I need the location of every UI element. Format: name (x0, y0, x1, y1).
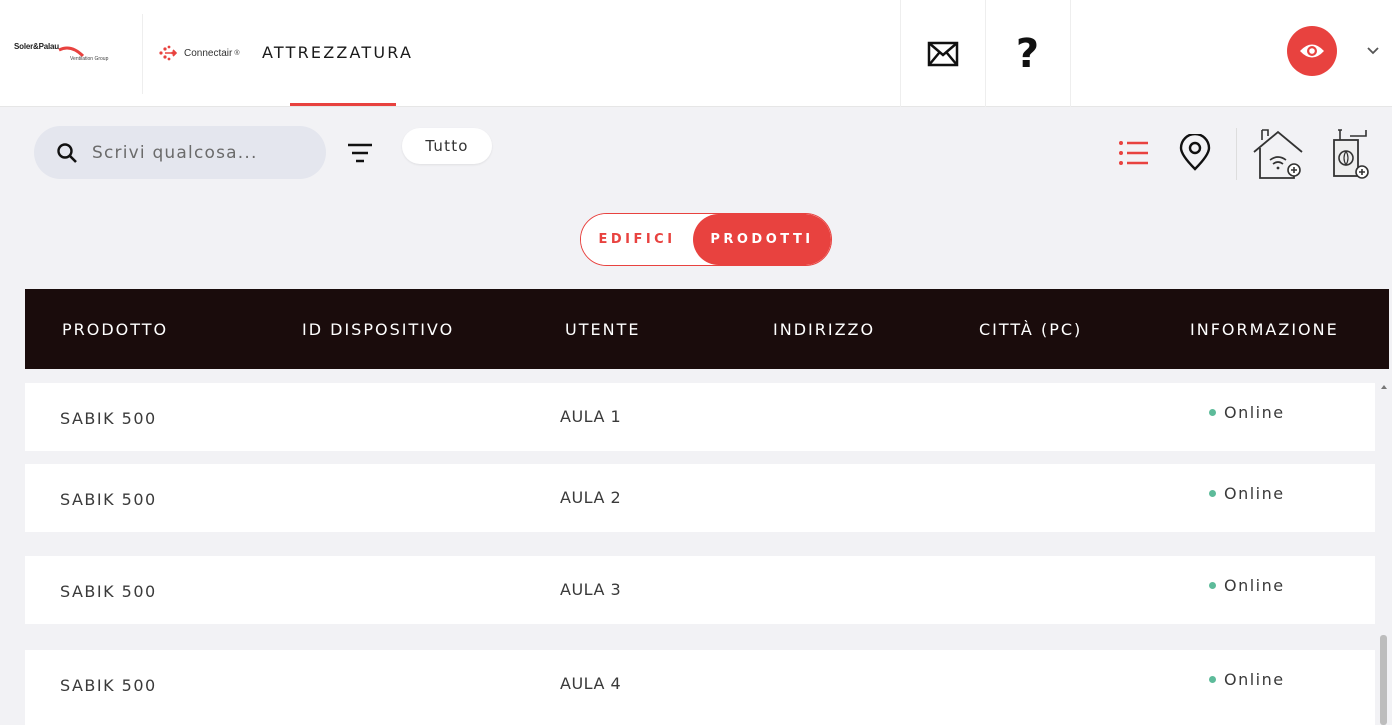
column-header-id-dispositivo[interactable]: ID DISPOSITIVO (302, 289, 454, 369)
column-header-informazione[interactable]: INFORMAZIONE (1190, 289, 1339, 369)
active-tab-indicator (290, 103, 396, 106)
cell-status: Online (1209, 576, 1285, 595)
status-online-dot (1209, 409, 1216, 416)
search-box[interactable] (34, 126, 326, 179)
cell-product: SABIK 500 (60, 409, 157, 428)
view-toggle: EDIFICI PRODOTTI (580, 213, 832, 266)
messages-button[interactable] (900, 0, 984, 107)
table-row[interactable]: SABIK 500 AULA 1 Online (25, 383, 1375, 451)
status-online-dot (1209, 582, 1216, 589)
help-button[interactable]: ? (985, 0, 1069, 107)
help-icon: ? (1015, 30, 1040, 77)
table-scrollbar[interactable] (1379, 383, 1389, 725)
toolbar-divider (1236, 128, 1237, 180)
chevron-down-icon[interactable] (1366, 46, 1380, 56)
table-row[interactable]: SABIK 500 AULA 4 Online (25, 650, 1375, 725)
table-body: SABIK 500 AULA 1 Online SABIK 500 AULA 2… (25, 383, 1375, 725)
status-online-dot (1209, 490, 1216, 497)
add-product-icon[interactable] (1328, 126, 1372, 182)
search-input[interactable] (92, 142, 312, 163)
scroll-up-arrow-icon[interactable] (1381, 385, 1387, 389)
table-row[interactable]: SABIK 500 AULA 3 Online (25, 556, 1375, 624)
status-text: Online (1224, 403, 1285, 422)
cell-product: SABIK 500 (60, 490, 157, 509)
header-divider (142, 14, 143, 94)
cell-status: Online (1209, 484, 1285, 503)
cell-user: AULA 2 (560, 488, 622, 507)
brand-name: Soler&Palau (14, 42, 59, 51)
cell-status: Online (1209, 403, 1285, 422)
brand-logo[interactable]: Soler&Palau Ventilation Group (14, 40, 124, 68)
mail-icon (927, 41, 958, 66)
column-header-prodotto[interactable]: PRODOTTO (62, 289, 168, 369)
toggle-prodotti[interactable]: PRODOTTI (693, 214, 831, 265)
brand-tagline: Ventilation Group (70, 56, 109, 62)
connectair-registered-mark: ® (234, 49, 240, 57)
search-icon (57, 142, 77, 163)
column-header-citta[interactable]: CITTÀ (PC) (979, 289, 1082, 369)
toggle-edifici[interactable]: EDIFICI (581, 214, 693, 265)
cell-product: SABIK 500 (60, 676, 157, 695)
eye-icon (1300, 44, 1324, 58)
status-text: Online (1224, 670, 1285, 689)
table-row[interactable]: SABIK 500 AULA 2 Online (25, 464, 1375, 532)
cell-user: AULA 1 (560, 407, 622, 426)
cell-user: AULA 3 (560, 580, 622, 599)
column-header-indirizzo[interactable]: INDIRIZZO (773, 289, 875, 369)
header-divider-right (1070, 0, 1071, 107)
connectair-name: Connectair (184, 47, 233, 59)
cell-status: Online (1209, 670, 1285, 689)
table-header: PRODOTTO ID DISPOSITIVO UTENTE INDIRIZZO… (25, 289, 1389, 369)
page-title[interactable]: ATTREZZATURA (262, 43, 413, 62)
list-view-icon[interactable] (1118, 138, 1150, 168)
cell-user: AULA 4 (560, 674, 622, 693)
filter-chip[interactable]: Tutto (402, 128, 492, 164)
status-online-dot (1209, 676, 1216, 683)
status-text: Online (1224, 484, 1285, 503)
app-header: Soler&Palau Ventilation Group Connectair… (0, 0, 1392, 107)
connectair-logo[interactable]: Connectair ® (156, 42, 240, 64)
cell-product: SABIK 500 (60, 582, 157, 601)
add-building-icon[interactable] (1250, 126, 1306, 182)
filter-icon[interactable] (346, 140, 374, 166)
connectair-icon (159, 45, 178, 61)
status-text: Online (1224, 576, 1285, 595)
scrollbar-thumb[interactable] (1380, 635, 1387, 725)
map-pin-icon[interactable] (1178, 134, 1212, 172)
user-avatar[interactable] (1287, 26, 1337, 76)
column-header-utente[interactable]: UTENTE (565, 289, 640, 369)
